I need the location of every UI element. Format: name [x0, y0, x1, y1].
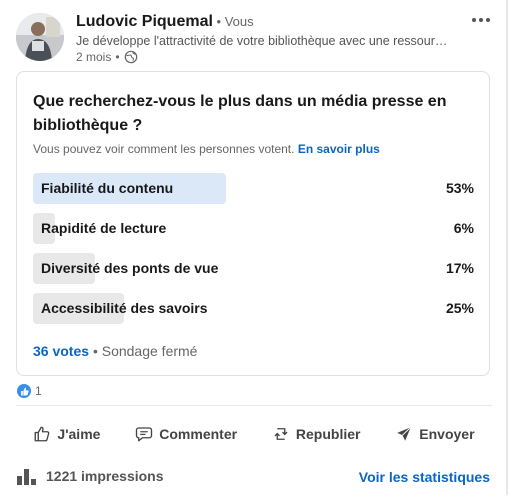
divider	[16, 405, 492, 406]
poll-option-percent: 25%	[445, 300, 474, 316]
author-line: Ludovic Piquemal • Vous	[76, 13, 254, 31]
send-icon	[397, 426, 412, 441]
post-card: Ludovic Piquemal • Vous Je développe l'a…	[0, 0, 508, 495]
poll-option-percent: 17%	[445, 260, 474, 276]
comment-button[interactable]: Commenter	[125, 414, 247, 454]
send-button[interactable]: Envoyer	[385, 414, 484, 454]
post-meta: 2 mois •	[76, 50, 138, 64]
poll-option-4[interactable]: Accessibilité des savoirs 25%	[33, 293, 474, 324]
impressions-count: 1221 impressions	[46, 468, 164, 484]
poll-option-label: Rapidité de lecture	[41, 220, 167, 236]
thumbs-up-icon	[34, 426, 50, 442]
poll-card: Que recherchez-vous le plus dans un médi…	[16, 71, 490, 376]
bar-chart-icon	[17, 469, 36, 485]
send-label: Envoyer	[419, 426, 475, 442]
author-headline: Je développe l'attractivité de votre bib…	[76, 34, 451, 48]
author-relation: Vous	[224, 14, 254, 29]
poll-option-percent: 6%	[453, 220, 474, 236]
impressions-summary[interactable]: 1221 impressions	[16, 467, 164, 485]
profile-photo-icon	[16, 13, 64, 61]
author-separator: •	[212, 14, 225, 29]
poll-option-label: Accessibilité des savoirs	[41, 300, 208, 316]
comment-label: Commenter	[159, 426, 238, 442]
poll-option-1[interactable]: Fiabilité du contenu 53%	[33, 173, 474, 204]
poll-votes-link[interactable]: 36 votes	[33, 343, 89, 359]
poll-option-2[interactable]: Rapidité de lecture 6%	[33, 213, 474, 244]
post-age: 2 mois	[76, 50, 112, 64]
like-reaction-icon	[17, 384, 31, 398]
globe-icon	[124, 50, 137, 64]
more-horizontal-icon	[472, 18, 490, 22]
view-stats-link[interactable]: Voir les statistiques	[359, 469, 490, 485]
post-action-bar: J'aime Commenter Republier Envoyer	[16, 414, 492, 454]
poll-option-label: Diversité des ponts de vue	[41, 260, 219, 276]
visibility-text: Vous pouvez voir comment les personnes v…	[33, 142, 295, 156]
post-menu-button[interactable]	[466, 8, 496, 32]
learn-more-link[interactable]: En savoir plus	[298, 142, 380, 156]
reaction-count: 1	[35, 384, 42, 398]
repost-icon	[274, 428, 288, 440]
author-name[interactable]: Ludovic Piquemal	[76, 13, 213, 30]
poll-status-separator: •	[92, 343, 98, 359]
poll-option-percent: 53%	[445, 180, 474, 196]
author-avatar[interactable]	[16, 13, 64, 61]
reactions-summary[interactable]: 1	[17, 384, 42, 398]
poll-footer: 36 votes • Sondage fermé	[33, 343, 197, 359]
poll-visibility-note: Vous pouvez voir comment les personnes v…	[33, 142, 380, 156]
like-label: J'aime	[57, 426, 101, 442]
meta-separator: •	[115, 50, 120, 64]
poll-status: Sondage fermé	[101, 343, 198, 359]
repost-label: Republier	[295, 426, 361, 442]
poll-option-label: Fiabilité du contenu	[41, 180, 174, 196]
repost-button[interactable]: Republier	[262, 414, 371, 454]
like-button[interactable]: J'aime	[23, 414, 110, 454]
poll-option-3[interactable]: Diversité des ponts de vue 17%	[33, 253, 474, 284]
poll-question: Que recherchez-vous le plus dans un médi…	[33, 93, 447, 134]
comment-icon	[136, 427, 153, 442]
